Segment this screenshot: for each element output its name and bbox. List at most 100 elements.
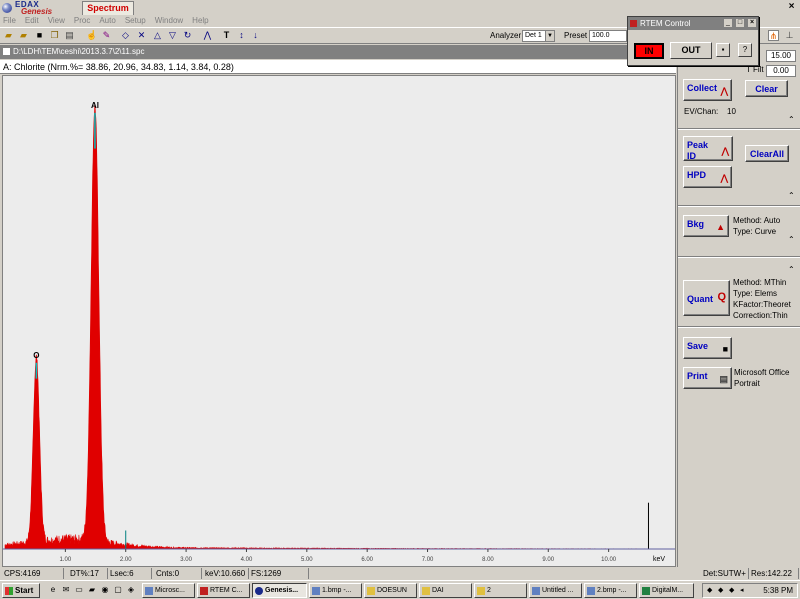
menu-setup[interactable]: Setup [125,15,146,27]
contract-v-icon[interactable]: ▽ [167,30,178,41]
speaker-icon[interactable]: ◂ [740,587,748,595]
x-tick-label: 4.00 [241,557,253,563]
save-icon[interactable]: ■ [34,30,45,41]
tab-spectrum[interactable]: Spectrum [82,1,134,15]
task-microscope[interactable]: Microsc... [142,583,195,598]
peak-id-button[interactable]: Peak ID ⋀ [683,136,733,161]
print-button[interactable]: Print ▤ [683,367,732,389]
divider [678,326,800,328]
task-label: 2.bmp -... [597,587,627,594]
task-rtem[interactable]: RTEM C... [197,583,250,598]
copy-icon[interactable]: ❐ [49,30,60,41]
document-titlebar: D:\LDH\TEM\ceshi\2013.3.7\2\11.spc [0,45,676,59]
tray-icon[interactable]: ◆ [729,587,737,595]
rtem-help-button[interactable]: ? [738,43,752,57]
menu-view[interactable]: View [48,15,65,27]
task-label: Microsc... [155,587,185,594]
marker-icon[interactable]: ✎ [101,30,112,41]
print-icon[interactable]: ▤ [64,30,75,41]
status-det: Det:SUTW+ [701,568,749,579]
close-icon[interactable]: × [747,18,757,28]
hpd-label: HPD [687,170,707,180]
quant-q-icon: Q [717,291,726,303]
quant-button[interactable]: Quant Q [683,280,730,316]
app-icon[interactable]: ◈ [126,585,136,595]
x-axis-label: keV [653,556,665,563]
menu-help[interactable]: Help [192,15,208,27]
minimize-icon[interactable]: _ [723,18,733,28]
rtem-title: RTEM Control [640,19,691,28]
task-untitled[interactable]: Untitled ... [529,583,582,598]
task-2[interactable]: 2 [474,583,527,598]
collect-button[interactable]: Collect ⋀ [683,79,732,101]
collapse-chevron-icon[interactable]: ⌃ [788,115,795,124]
tray-icon[interactable]: ◆ [707,587,715,595]
expand-v-icon[interactable]: △ [152,30,163,41]
desktop-icon[interactable]: ▭ [74,585,84,595]
window-icon[interactable]: ▢ [113,585,123,595]
task-2bmp[interactable]: 2.bmp -... [584,583,637,598]
task-digitalm[interactable]: DigitalM... [639,583,694,598]
menu-edit[interactable]: Edit [25,15,39,27]
x-tick-label: 3.00 [180,557,192,563]
windows-flag-icon [5,587,13,595]
printer-icon: ▤ [719,374,728,384]
rtem-out-button[interactable]: OUT [670,42,712,59]
maximize-icon[interactable]: □ [735,18,745,28]
start-label: Start [15,586,34,595]
label-arrow-icon[interactable]: ↕ [236,30,247,41]
spectrum-plot[interactable]: O Al 1.00 2.00 3.00 4.00 5.00 6.00 7.00 8.00 9.00 1… [2,75,676,567]
import-icon[interactable]: ▰ [18,30,29,41]
stop-icon[interactable]: ▪ [716,43,730,57]
clear-button[interactable]: Clear [745,80,788,97]
tray-icon[interactable]: ◆ [718,587,726,595]
title-bar: EDAX Genesis Spectrum × [0,0,800,16]
save-button[interactable]: Save ■ [683,337,732,359]
collapse-chevron-icon[interactable]: ⌃ [788,191,795,200]
collapse-chevron-icon[interactable]: ⌃ [788,265,795,274]
contract-h-icon[interactable]: ✕ [136,30,147,41]
folder-icon[interactable]: ▰ [87,585,97,595]
task-label: Genesis... [265,587,299,594]
menu-proc[interactable]: Proc [74,15,90,27]
menu-window[interactable]: Window [155,15,183,27]
media-icon[interactable]: ◉ [100,585,110,595]
bkg-button[interactable]: Bkg ▲ [683,215,729,237]
rtem-in-button[interactable]: IN [634,43,664,59]
status-kev: keV:10.660 [203,568,249,579]
clear-all-button[interactable]: ClearAll [745,145,789,162]
amp-time-field[interactable]: 15.00 [766,50,796,62]
quant-type: Type: Elems [733,289,778,298]
menu-auto[interactable]: Auto [99,15,115,27]
analyzer-select[interactable]: Det 1 ▼ [522,30,555,42]
expand-h-icon[interactable]: ◇ [120,30,131,41]
task-1bmp[interactable]: 1.bmp -... [309,583,362,598]
t-filt-field[interactable]: 0.00 [766,65,796,77]
reset-icon[interactable]: ↻ [182,30,193,41]
paint-icon [587,587,595,595]
x-tick-label: 9.00 [542,557,554,563]
peak-icon[interactable]: ⋀ [202,30,213,41]
text-icon[interactable]: T [221,30,232,41]
task-doesun[interactable]: DOESUN [364,583,417,598]
close-icon[interactable]: × [785,1,798,13]
quant-method: Method: MThin [733,278,787,287]
open-icon[interactable]: ▰ [3,30,14,41]
arrow-down-icon[interactable]: ↓ [250,30,261,41]
hpd-button[interactable]: HPD ⋀ [683,166,732,188]
task-genesis[interactable]: Genesis... [252,583,307,598]
collapse-chevron-icon[interactable]: ⌃ [788,235,795,244]
task-dai[interactable]: DAI [419,583,472,598]
hand-icon[interactable]: ☝ [86,30,97,41]
menu-file[interactable]: File [3,15,16,27]
hpd-icon: ⋀ [720,173,728,183]
spectrum-view-icon[interactable]: ⋔ [768,30,779,41]
start-button[interactable]: Start [2,583,40,598]
ie-icon[interactable]: e [48,585,58,595]
peak-label-al: Al [91,101,99,110]
probe-icon[interactable]: ⊥ [784,30,795,41]
preset-input[interactable]: 100.0 [589,30,627,42]
spectrum-label: A: Chlorite (Nrm.%= 38.86, 20.96, 34.83,… [0,60,676,74]
divider [678,256,800,258]
email-icon[interactable]: ✉ [61,585,71,595]
